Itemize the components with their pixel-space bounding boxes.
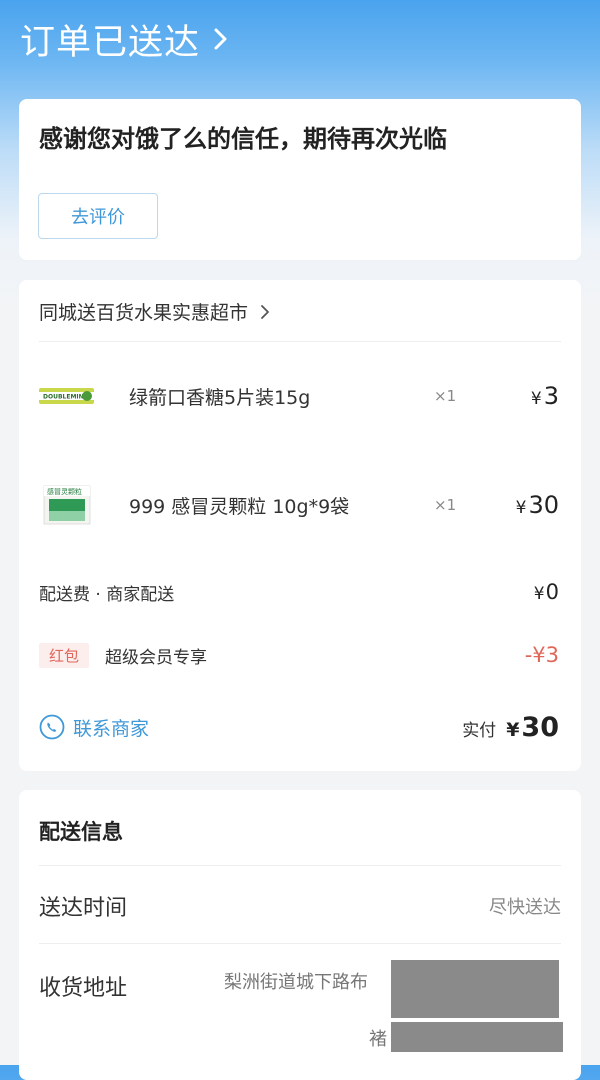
phone-icon xyxy=(39,714,65,740)
order-status-header[interactable]: 订单已送达 xyxy=(20,14,230,64)
currency-symbol: ¥ xyxy=(515,498,527,518)
order-card: 同城送百货水果实惠超市 DOUBLEMINT 绿箭口香糖5片装15g ×1 ¥3… xyxy=(19,280,581,771)
review-button[interactable]: 去评价 xyxy=(38,193,158,239)
paid-label: 实付 xyxy=(462,720,497,741)
item-price: ¥30 xyxy=(516,491,559,519)
item-name: 999 感冒灵颗粒 10g*9袋 xyxy=(129,495,350,518)
delivery-time-label: 送达时间 xyxy=(39,896,128,921)
item-price-value: 3 xyxy=(543,382,559,410)
paid-total: 实付 ¥30 xyxy=(462,712,559,743)
delivery-time-row: 送达时间 尽快送达 xyxy=(39,890,561,922)
gum-thumbnail: DOUBLEMINT xyxy=(39,376,94,416)
thanks-message: 感谢您对饿了么的信任，期待再次光临 xyxy=(39,125,447,153)
redaction-block xyxy=(391,960,559,1018)
divider xyxy=(39,865,561,866)
delivery-fee-row: 配送费 · 商家配送 ¥0 xyxy=(39,577,561,607)
delivery-info-title: 配送信息 xyxy=(39,820,123,844)
address-line-2: 褚 xyxy=(369,1029,387,1050)
medicine-thumbnail: 感冒灵颗粒 xyxy=(39,485,94,525)
order-item[interactable]: DOUBLEMINT 绿箭口香糖5片装15g ×1 ¥3 xyxy=(39,368,561,424)
delivery-fee-label: 配送费 · 商家配送 xyxy=(39,584,175,605)
delivery-fee-value: ¥0 xyxy=(534,580,559,604)
gum-brand-text: DOUBLEMINT xyxy=(43,394,89,401)
item-name: 绿箭口香糖5片装15g xyxy=(129,386,311,409)
delivery-fee-amount: 0 xyxy=(545,580,559,604)
redaction-block xyxy=(391,1022,563,1052)
divider xyxy=(39,341,561,342)
contact-merchant-label: 联系商家 xyxy=(73,717,150,740)
delivery-time-value: 尽快送达 xyxy=(489,897,561,918)
chevron-right-icon xyxy=(214,28,227,50)
currency-symbol: ¥ xyxy=(530,389,542,409)
item-price-value: 30 xyxy=(528,491,559,519)
order-item[interactable]: 感冒灵颗粒 999 感冒灵颗粒 10g*9袋 ×1 ¥30 xyxy=(39,477,561,533)
red-packet-badge: 红包 xyxy=(39,642,90,668)
paid-value: ¥30 xyxy=(506,712,559,743)
currency-symbol: ¥ xyxy=(533,584,545,604)
item-price: ¥3 xyxy=(531,382,559,410)
divider xyxy=(39,943,561,944)
store-link[interactable]: 同城送百货水果实惠超市 xyxy=(39,298,270,325)
thanks-card: 感谢您对饿了么的信任，期待再次光临 去评价 xyxy=(19,99,581,260)
item-quantity: ×1 xyxy=(434,496,457,514)
red-packet-value: -¥3 xyxy=(524,643,559,667)
red-packet-label: 超级会员专享 xyxy=(105,647,208,668)
currency-symbol: ¥ xyxy=(506,718,520,741)
address-label: 收货地址 xyxy=(39,976,128,1001)
medicine-box-text: 感冒灵颗粒 xyxy=(47,487,82,496)
red-packet-row: 红包 超级会员专享 -¥3 xyxy=(39,640,561,670)
paid-amount: 30 xyxy=(521,711,559,743)
address-line-1: 梨洲街道城下路布 xyxy=(224,972,368,993)
delivery-info-card: 配送信息 送达时间 尽快送达 收货地址 梨洲街道城下路布 褚 xyxy=(19,790,581,1080)
order-status-title: 订单已送达 xyxy=(20,22,201,63)
item-quantity: ×1 xyxy=(434,387,457,405)
chevron-right-icon xyxy=(261,304,269,319)
contact-merchant-button[interactable]: 联系商家 xyxy=(39,714,149,741)
store-name: 同城送百货水果实惠超市 xyxy=(39,302,249,324)
order-footer: 联系商家 实付 ¥30 xyxy=(39,707,561,747)
